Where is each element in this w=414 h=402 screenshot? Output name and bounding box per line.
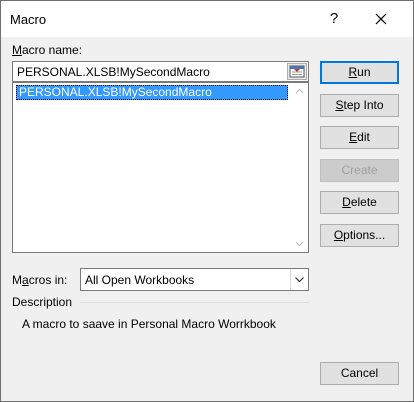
create-button[interactable]: Create bbox=[320, 159, 399, 182]
step-into-button[interactable]: Step Into bbox=[320, 94, 399, 117]
macros-in-label-text: cros in: bbox=[28, 273, 68, 287]
description-label: Description bbox=[12, 295, 73, 309]
close-button[interactable] bbox=[365, 7, 397, 31]
macros-in-label: Macros in: bbox=[12, 273, 67, 287]
delete-button[interactable]: Delete bbox=[320, 191, 399, 214]
dialog-title: Macro bbox=[10, 12, 47, 27]
cancel-button[interactable]: Cancel bbox=[320, 362, 399, 385]
chevron-down-icon bbox=[295, 241, 304, 247]
macro-name-label: Macro name: bbox=[12, 43, 82, 57]
macro-list[interactable]: PERSONAL.XLSB!MySecondMacro bbox=[12, 82, 309, 253]
run-accel: R bbox=[348, 65, 358, 79]
macro-dialog: Macro ? Macro name: PERSONAL.XLSB!MySeco… bbox=[0, 0, 414, 402]
macros-in-select[interactable]: All Open Workbooks bbox=[80, 268, 309, 291]
edit-button[interactable]: Edit bbox=[320, 126, 399, 149]
chevron-up-icon bbox=[295, 88, 304, 94]
macros-in-dropdown-button[interactable] bbox=[290, 269, 308, 290]
chevron-down-icon bbox=[295, 277, 304, 283]
macro-name-label-accel: M bbox=[12, 43, 22, 57]
run-label: un bbox=[357, 65, 371, 79]
macro-list-item[interactable]: PERSONAL.XLSB!MySecondMacro bbox=[16, 85, 288, 100]
run-button[interactable]: Run bbox=[320, 61, 399, 84]
macro-name-field[interactable] bbox=[12, 61, 309, 82]
help-button[interactable]: ? bbox=[319, 7, 349, 31]
step-into-label: tep Into bbox=[343, 98, 384, 112]
macros-in-value: All Open Workbooks bbox=[85, 273, 195, 287]
options-accel: O bbox=[333, 228, 344, 242]
delete-accel: D bbox=[342, 195, 351, 209]
macro-name-input[interactable] bbox=[13, 62, 287, 81]
collapse-dialog-button[interactable] bbox=[287, 63, 307, 80]
description-text: A macro to saave in Personal Macro Worrk… bbox=[22, 317, 276, 331]
options-label: ptions... bbox=[343, 228, 386, 242]
list-scrollbar[interactable] bbox=[291, 83, 308, 252]
delete-label: elete bbox=[350, 195, 377, 209]
edit-accel: E bbox=[349, 130, 358, 144]
scroll-up-button[interactable] bbox=[291, 83, 308, 100]
edit-label: dit bbox=[357, 130, 370, 144]
close-icon bbox=[375, 13, 387, 25]
scroll-down-button[interactable] bbox=[291, 235, 308, 252]
macro-name-label-text: acro name: bbox=[22, 43, 83, 57]
macros-in-label-accel: a bbox=[22, 273, 29, 287]
title-bar: Macro ? bbox=[1, 1, 413, 37]
options-button[interactable]: Options... bbox=[320, 224, 399, 247]
description-divider bbox=[80, 302, 309, 303]
macros-in-label-prefix: M bbox=[12, 273, 22, 287]
collapse-dialog-icon bbox=[289, 65, 305, 78]
